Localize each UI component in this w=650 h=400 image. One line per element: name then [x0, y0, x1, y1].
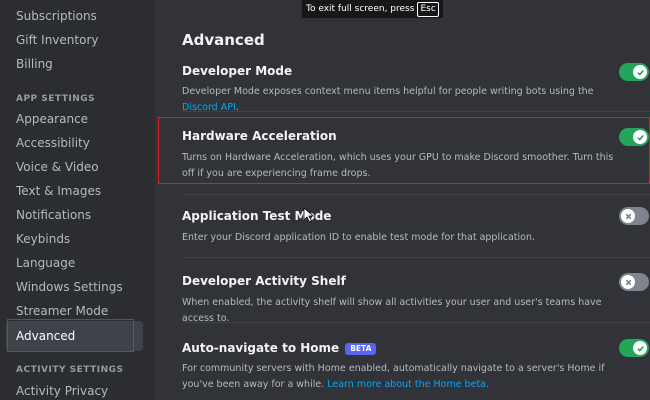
divider — [182, 111, 650, 112]
sidebar-item-activity-privacy[interactable]: Activity Privacy — [6, 376, 143, 400]
check-icon — [633, 341, 647, 355]
application-test-mode-description: Enter your Discord application ID to ena… — [182, 232, 536, 243]
divider — [182, 257, 650, 258]
advanced-settings-panel: Advanced Developer Mode Developer Mode e… — [155, 0, 650, 400]
developer-activity-shelf-toggle[interactable] — [619, 273, 649, 291]
x-icon — [621, 209, 635, 223]
esc-key-badge: Esc — [417, 2, 439, 17]
developer-activity-shelf-label: Developer Activity Shelf — [182, 274, 346, 288]
auto-navigate-home-label: Auto-navigate to Home BETA — [182, 341, 377, 355]
x-icon — [621, 275, 635, 289]
sidebar-item-billing[interactable]: Billing — [6, 49, 143, 79]
page-title: Advanced — [182, 31, 265, 49]
activity-settings-header: ACTIVITY SETTINGS — [16, 365, 124, 375]
check-icon — [633, 65, 647, 79]
fullscreen-exit-notice: To exit full screen, press Esc — [302, 0, 443, 18]
app-settings-header: APP SETTINGS — [16, 94, 96, 104]
hardware-acceleration-highlight-box — [158, 117, 650, 184]
home-beta-link[interactable]: Learn more about the Home beta. — [327, 379, 489, 390]
mouse-cursor-icon — [303, 207, 315, 223]
divider — [182, 322, 650, 323]
advanced-highlight-box — [7, 319, 134, 352]
divider — [182, 194, 650, 195]
beta-badge: BETA — [345, 343, 377, 355]
auto-navigate-home-toggle[interactable] — [619, 339, 649, 357]
auto-navigate-home-description: For community servers with Home enabled,… — [182, 363, 605, 390]
developer-mode-toggle[interactable] — [619, 63, 649, 81]
application-test-mode-toggle[interactable] — [619, 207, 649, 225]
developer-mode-label: Developer Mode — [182, 64, 293, 78]
